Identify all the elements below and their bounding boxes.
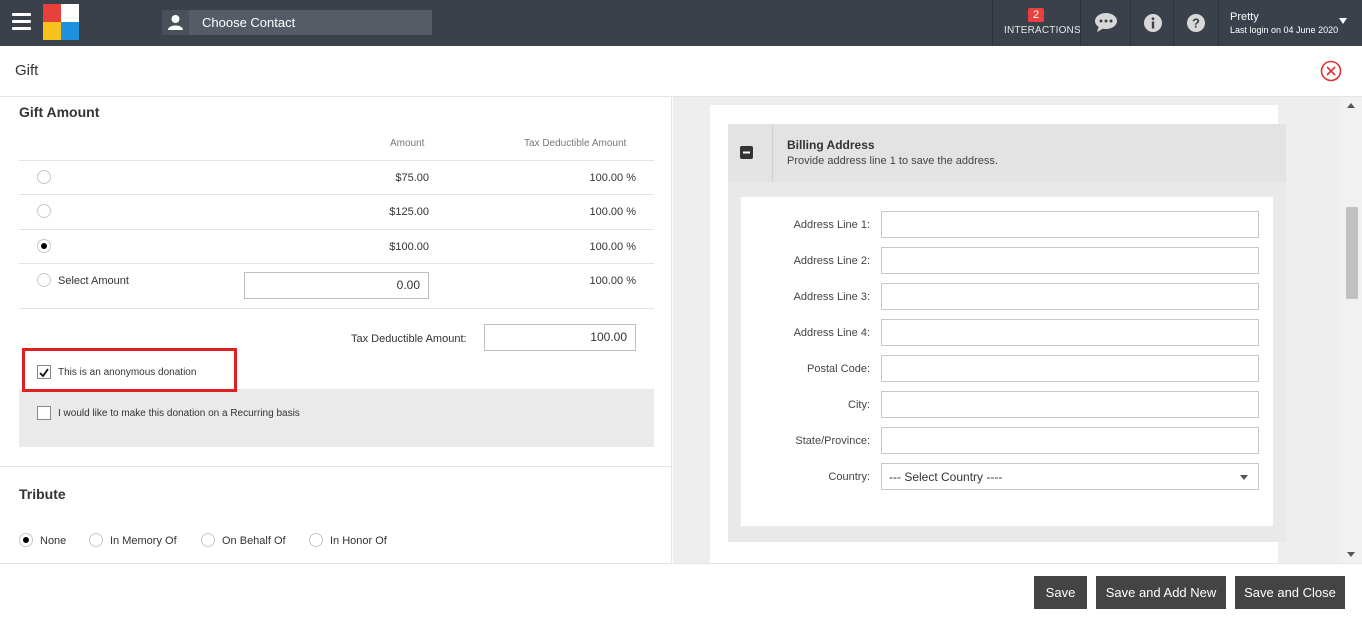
tax-column-header: Tax Deductible Amount (524, 138, 627, 149)
tribute-label: In Honor Of (330, 535, 387, 547)
menu-icon[interactable] (12, 13, 31, 31)
tribute-radio-honor[interactable] (309, 533, 323, 547)
address-form: Address Line 1: Address Line 2: Address … (741, 197, 1273, 526)
tribute-label: None (40, 535, 67, 547)
tax-value: 100.00 % (589, 206, 636, 218)
chevron-down-icon (1240, 475, 1248, 480)
divider (19, 160, 654, 161)
scrollbar[interactable] (1340, 97, 1362, 563)
page-title: Gift (15, 62, 39, 79)
select-amount-radio[interactable] (37, 273, 51, 287)
address-line-3-label: Address Line 3: (793, 291, 870, 303)
address-line-4-label: Address Line 4: (793, 327, 870, 339)
gift-form-panel: Gift Amount Amount Tax Deductible Amount… (0, 97, 672, 563)
address-line-3-input[interactable] (881, 283, 1259, 310)
close-icon[interactable] (1320, 60, 1342, 82)
chat-icon[interactable] (1084, 0, 1128, 46)
last-login: Last login on 04 June 2020 (1230, 25, 1339, 35)
tribute-label: On Behalf Of (222, 535, 286, 547)
divider (0, 466, 671, 467)
amount-value: $125.00 (389, 206, 429, 218)
svg-text:?: ? (1192, 16, 1200, 31)
recurring-checkbox[interactable] (37, 406, 51, 420)
collapse-icon[interactable] (728, 124, 773, 182)
divider (19, 263, 654, 264)
address-line-1-input[interactable] (881, 211, 1259, 238)
highlight-box (22, 348, 237, 392)
gift-amount-title: Gift Amount (19, 104, 100, 120)
select-amount-input[interactable]: 0.00 (244, 272, 429, 299)
amount-radio[interactable] (37, 204, 51, 218)
tax-deductible-label: Tax Deductible Amount: (351, 333, 467, 345)
country-label: Country: (828, 471, 870, 483)
divider (19, 194, 654, 195)
divider (1080, 0, 1081, 46)
scroll-thumb[interactable] (1346, 207, 1358, 299)
footer: Save Save and Add New Save and Close (0, 563, 1362, 623)
interactions-button[interactable] (993, 0, 1079, 46)
country-select-value: --- Select Country ---- (889, 470, 1003, 484)
address-line-2-label: Address Line 2: (793, 255, 870, 267)
amount-radio[interactable] (37, 170, 51, 184)
info-icon[interactable] (1131, 0, 1175, 46)
divider (1218, 0, 1219, 46)
save-and-add-new-button[interactable]: Save and Add New (1096, 576, 1226, 609)
tax-value: 100.00 % (589, 241, 636, 253)
choose-contact-field[interactable]: Choose Contact (162, 10, 432, 35)
interactions-badge: 2 (1028, 8, 1044, 22)
address-line-2-input[interactable] (881, 247, 1259, 274)
title-bar: Gift (0, 46, 1362, 97)
state-province-label: State/Province: (795, 435, 870, 447)
select-amount-tax: 100.00 % (589, 275, 636, 287)
address-line-4-input[interactable] (881, 319, 1259, 346)
save-and-close-button[interactable]: Save and Close (1235, 576, 1345, 609)
tribute-label: In Memory Of (110, 535, 177, 547)
billing-title: Billing Address (787, 138, 875, 152)
save-button[interactable]: Save (1034, 576, 1087, 609)
select-amount-label: Select Amount (58, 275, 129, 287)
city-label: City: (848, 399, 870, 411)
billing-subtitle: Provide address line 1 to save the addre… (787, 155, 998, 167)
postal-code-label: Postal Code: (807, 363, 870, 375)
tribute-title: Tribute (19, 486, 66, 502)
recurring-label: I would like to make this donation on a … (58, 408, 300, 419)
amount-value: $75.00 (395, 172, 429, 184)
help-icon[interactable]: ? (1174, 0, 1218, 46)
tax-deductible-input[interactable]: 100.00 (484, 324, 636, 351)
amount-radio-selected[interactable] (37, 239, 51, 253)
user-name[interactable]: Pretty (1230, 11, 1259, 23)
tax-value: 100.00 % (589, 172, 636, 184)
choose-contact-label: Choose Contact (202, 15, 296, 30)
scroll-down-icon[interactable] (1347, 552, 1355, 557)
postal-code-input[interactable] (881, 355, 1259, 382)
divider (19, 229, 654, 230)
billing-header[interactable]: Billing Address Provide address line 1 t… (728, 124, 1286, 182)
tribute-radio-behalf[interactable] (201, 533, 215, 547)
interactions-label: INTERACTIONS (1004, 25, 1081, 36)
tribute-radio-none[interactable] (19, 533, 33, 547)
caret-down-icon[interactable] (1339, 18, 1347, 24)
scroll-up-icon[interactable] (1347, 103, 1355, 108)
billing-body: Address Line 1: Address Line 2: Address … (728, 182, 1286, 542)
address-line-1-label: Address Line 1: (793, 219, 870, 231)
tribute-radio-memory[interactable] (89, 533, 103, 547)
state-province-input[interactable] (881, 427, 1259, 454)
top-bar: Choose Contact 2 INTERACTIONS ? Pretty L… (0, 0, 1362, 46)
city-input[interactable] (881, 391, 1259, 418)
country-select[interactable]: --- Select Country ---- (881, 463, 1259, 490)
app-logo[interactable] (43, 4, 79, 41)
billing-panel: Billing Address Provide address line 1 t… (673, 97, 1362, 563)
amount-column-header: Amount (390, 138, 425, 149)
amount-value: $100.00 (389, 241, 429, 253)
divider (19, 308, 654, 309)
user-icon (162, 10, 189, 35)
